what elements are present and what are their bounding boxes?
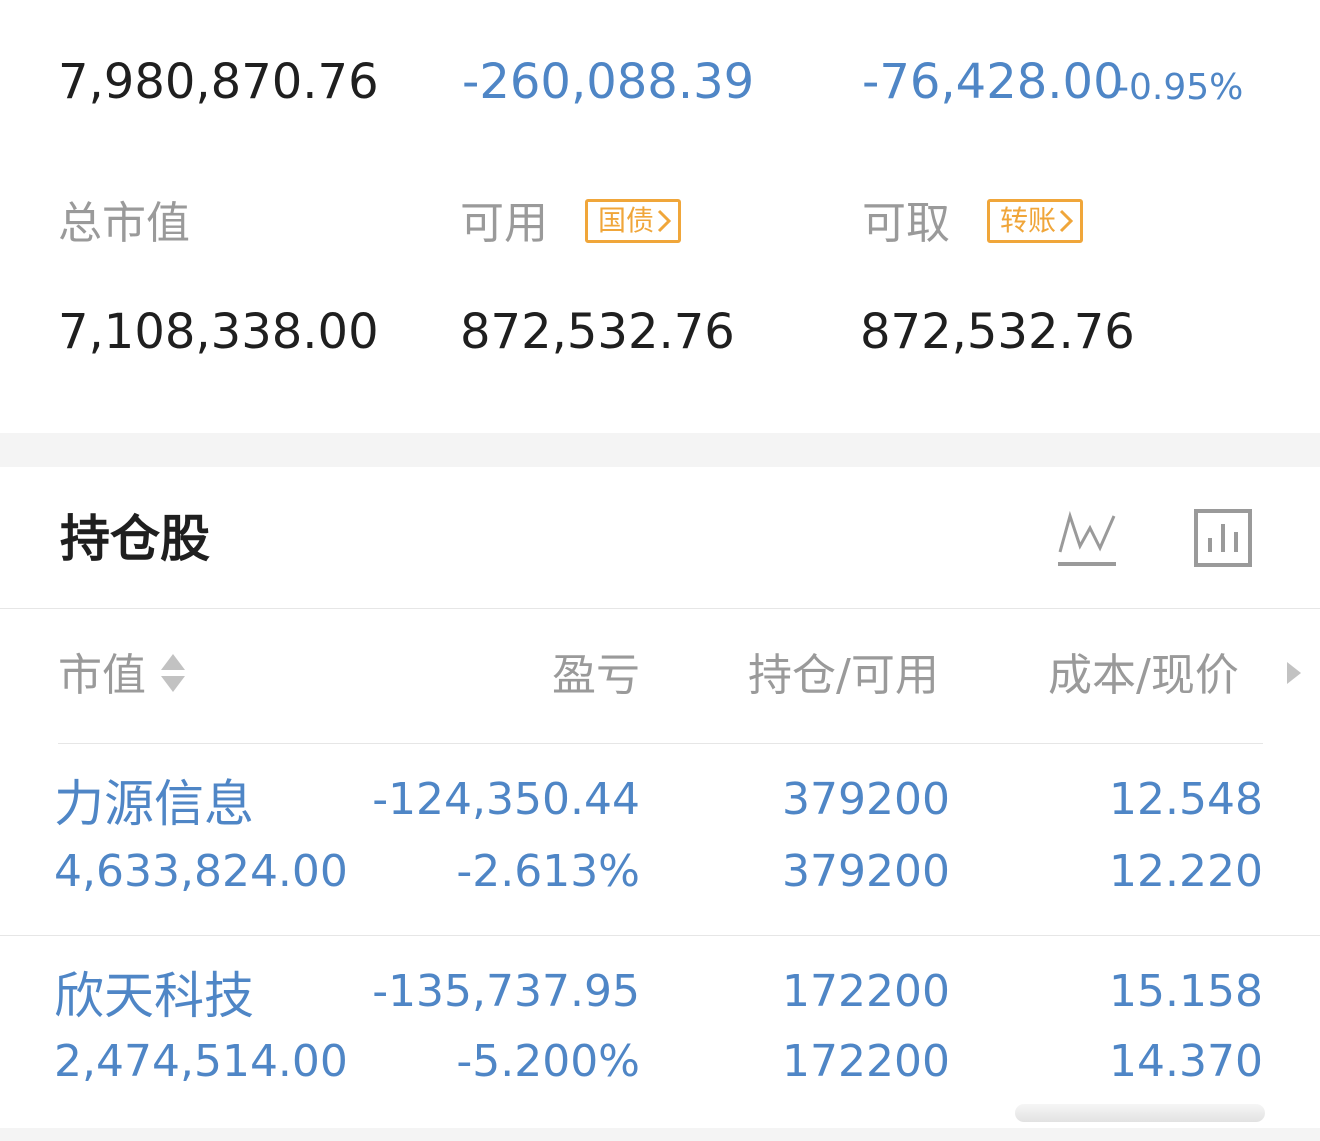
bottom-band — [0, 1128, 1320, 1141]
transfer-button[interactable]: 转账 — [987, 199, 1084, 243]
horizontal-scrollbar[interactable] — [1015, 1104, 1265, 1122]
stock-position: 172200 — [782, 966, 950, 1017]
stock-pnl-percent: -2.613% — [456, 846, 640, 897]
withdrawable-label: 可取 — [862, 198, 950, 249]
stock-pnl-percent: -5.200% — [456, 1036, 640, 1087]
divider — [0, 608, 1320, 609]
chevron-right-icon — [656, 208, 672, 234]
column-market-value[interactable]: 市值 — [58, 648, 146, 704]
holdings-title: 持仓股 — [60, 510, 210, 568]
available-value: 872,532.76 — [460, 304, 735, 360]
column-cost-price[interactable]: 成本/现价 — [1048, 648, 1239, 704]
stock-available: 379200 — [782, 846, 950, 897]
bar-chart-icon[interactable] — [1193, 508, 1255, 574]
stock-pnl: -135,737.95 — [372, 966, 640, 1017]
chevron-right-icon — [1058, 208, 1074, 234]
divider — [58, 743, 1263, 744]
stock-pnl: -124,350.44 — [372, 774, 640, 825]
section-divider — [0, 433, 1320, 467]
today-pnl-percent: -0.95% — [1116, 67, 1244, 108]
stock-name: 力源信息 — [54, 775, 254, 833]
stock-cost: 12.548 — [1109, 774, 1263, 825]
treasury-bond-button[interactable]: 国债 — [585, 199, 682, 243]
stock-market-value: 2,474,514.00 — [54, 1036, 348, 1087]
market-value-label: 总市值 — [58, 198, 190, 249]
treasury-bond-label: 国债 — [598, 204, 655, 237]
stock-name: 欣天科技 — [54, 967, 254, 1025]
column-position[interactable]: 持仓/可用 — [748, 648, 939, 704]
sort-icon[interactable] — [160, 652, 186, 698]
total-pnl-value: -260,088.39 — [462, 54, 755, 110]
transfer-label: 转账 — [1000, 204, 1057, 237]
line-chart-icon[interactable] — [1056, 508, 1118, 574]
available-label: 可用 — [460, 198, 548, 249]
column-pnl[interactable]: 盈亏 — [440, 648, 640, 704]
account-summary: 7,980,870.76 -260,088.39 -76,428.00 -0.9… — [0, 0, 1320, 433]
stock-price: 12.220 — [1109, 846, 1263, 897]
total-assets-value: 7,980,870.76 — [58, 54, 379, 110]
stock-available: 172200 — [782, 1036, 950, 1087]
stock-position: 379200 — [782, 774, 950, 825]
stock-cost: 15.158 — [1109, 966, 1263, 1017]
caret-right-icon[interactable] — [1285, 660, 1303, 690]
market-value-value: 7,108,338.00 — [58, 304, 379, 360]
today-pnl-value: -76,428.00 — [862, 54, 1124, 110]
divider — [0, 935, 1320, 936]
stock-market-value: 4,633,824.00 — [54, 846, 348, 897]
stock-price: 14.370 — [1109, 1036, 1263, 1087]
withdrawable-value: 872,532.76 — [860, 304, 1135, 360]
